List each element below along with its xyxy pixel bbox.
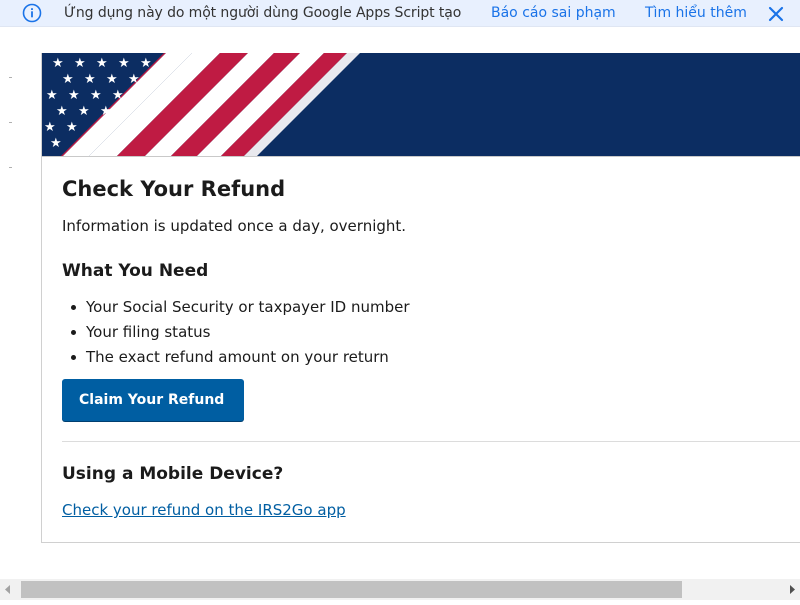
learn-more-link[interactable]: Tìm hiểu thêm bbox=[645, 5, 747, 21]
svg-text:★: ★ bbox=[112, 88, 124, 103]
report-abuse-link[interactable]: Báo cáo sai phạm bbox=[491, 5, 616, 21]
section-divider bbox=[62, 441, 800, 442]
page-title: Check Your Refund bbox=[62, 177, 286, 201]
margin-marker bbox=[9, 77, 12, 78]
svg-text:★: ★ bbox=[78, 104, 90, 119]
scroll-right-arrow-icon[interactable] bbox=[783, 579, 800, 600]
svg-text:★: ★ bbox=[68, 88, 80, 103]
list-item: Your filing status bbox=[62, 323, 410, 348]
margin-marker bbox=[9, 167, 12, 168]
claim-refund-button[interactable]: Claim Your Refund bbox=[62, 379, 244, 421]
info-banner: Ứng dụng này do một người dùng Google Ap… bbox=[0, 0, 800, 27]
svg-text:★: ★ bbox=[100, 104, 112, 119]
list-item: The exact refund amount on your return bbox=[62, 348, 410, 373]
svg-text:★: ★ bbox=[44, 120, 56, 135]
scrollbar-thumb[interactable] bbox=[21, 581, 682, 598]
american-flag-graphic: ★ ★ ★ ★ ★ ★ ★ ★ ★ ★ ★ ★ ★ ★ ★ ★ ★ ★ ★ bbox=[42, 53, 800, 156]
svg-text:★: ★ bbox=[74, 56, 86, 71]
margin-marker bbox=[9, 122, 12, 123]
irs2go-link[interactable]: Check your refund on the IRS2Go app bbox=[62, 501, 346, 519]
horizontal-scrollbar[interactable] bbox=[0, 579, 800, 600]
update-note: Information is updated once a day, overn… bbox=[62, 217, 407, 235]
svg-text:★: ★ bbox=[128, 72, 140, 87]
svg-text:★: ★ bbox=[62, 72, 74, 87]
list-item: Your Social Security or taxpayer ID numb… bbox=[62, 298, 410, 323]
scroll-left-arrow-icon[interactable] bbox=[0, 579, 17, 600]
svg-text:★: ★ bbox=[52, 56, 64, 71]
svg-text:★: ★ bbox=[106, 72, 118, 87]
svg-text:★: ★ bbox=[90, 88, 102, 103]
hero-divider bbox=[42, 156, 800, 157]
svg-text:★: ★ bbox=[84, 72, 96, 87]
what-you-need-heading: What You Need bbox=[62, 261, 209, 281]
banner-message: Ứng dụng này do một người dùng Google Ap… bbox=[64, 5, 462, 21]
refund-card: ★ ★ ★ ★ ★ ★ ★ ★ ★ ★ ★ ★ ★ ★ ★ ★ ★ ★ ★ Ch… bbox=[41, 53, 800, 543]
mobile-device-heading: Using a Mobile Device? bbox=[62, 464, 284, 484]
close-icon[interactable] bbox=[765, 3, 787, 25]
svg-text:★: ★ bbox=[96, 56, 108, 71]
svg-text:★: ★ bbox=[118, 56, 130, 71]
svg-text:★: ★ bbox=[140, 56, 152, 71]
svg-text:★: ★ bbox=[50, 136, 62, 151]
flag-hero-banner: ★ ★ ★ ★ ★ ★ ★ ★ ★ ★ ★ ★ ★ ★ ★ ★ ★ ★ ★ bbox=[42, 53, 800, 156]
svg-text:★: ★ bbox=[46, 88, 58, 103]
info-icon bbox=[22, 3, 42, 23]
svg-text:★: ★ bbox=[56, 104, 68, 119]
requirements-list: Your Social Security or taxpayer ID numb… bbox=[62, 298, 410, 373]
svg-text:★: ★ bbox=[66, 120, 78, 135]
